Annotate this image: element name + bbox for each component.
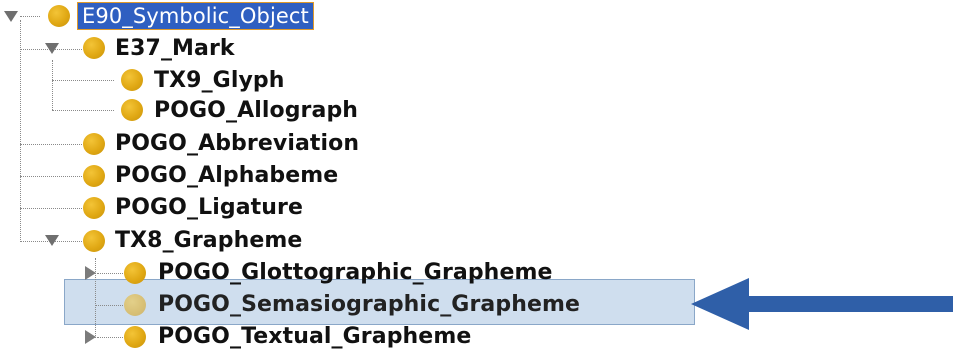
tree-guide-line bbox=[97, 273, 123, 274]
class-node-icon bbox=[83, 165, 105, 187]
tree-guide-line bbox=[95, 305, 123, 306]
class-node-icon bbox=[124, 262, 146, 284]
tree-item-pogo-abbreviation[interactable]: POGO_Abbreviation bbox=[115, 129, 359, 159]
tree-item-root-label[interactable]: E90_Symbolic_Object bbox=[77, 2, 314, 30]
tree-guide-line bbox=[20, 208, 82, 209]
class-hierarchy-tree: E90_Symbolic_Object E37_Mark TX9_Glyph P… bbox=[0, 0, 955, 353]
collapse-triangle-icon[interactable] bbox=[45, 235, 59, 246]
tree-item-pogo-alphabeme[interactable]: POGO_Alphabeme bbox=[115, 161, 338, 191]
tree-guide-line bbox=[97, 337, 123, 338]
tree-item-label: POGO_Ligature bbox=[115, 195, 303, 220]
tree-item-label: TX8_Grapheme bbox=[115, 228, 303, 253]
tree-guide-line bbox=[52, 110, 114, 111]
tree-item-pogo-glottographic-grapheme[interactable]: POGO_Glottographic_Grapheme bbox=[158, 258, 553, 288]
tree-item-tx9-glyph[interactable]: TX9_Glyph bbox=[154, 66, 285, 96]
pointer-arrow-icon bbox=[691, 278, 953, 330]
tree-guide-line bbox=[52, 80, 114, 81]
class-node-icon bbox=[124, 326, 146, 348]
tree-item-pogo-semasiographic-grapheme[interactable]: POGO_Semasiographic_Grapheme bbox=[158, 290, 580, 320]
tree-guide-line bbox=[20, 176, 82, 177]
collapse-triangle-icon[interactable] bbox=[4, 11, 18, 22]
class-node-icon bbox=[83, 133, 105, 155]
tree-item-label: POGO_Semasiographic_Grapheme bbox=[158, 292, 581, 317]
tree-item-label: POGO_Allograph bbox=[154, 98, 359, 123]
class-node-icon bbox=[83, 37, 105, 59]
tree-item-pogo-textual-grapheme[interactable]: POGO_Textual_Grapheme bbox=[158, 322, 471, 352]
tree-item-pogo-ligature[interactable]: POGO_Ligature bbox=[115, 193, 303, 223]
class-node-icon bbox=[83, 197, 105, 219]
tree-item-e37-mark[interactable]: E37_Mark bbox=[115, 34, 235, 64]
tree-item-label: POGO_Textual_Grapheme bbox=[158, 324, 472, 349]
class-node-icon bbox=[121, 99, 143, 121]
tree-guide-line bbox=[52, 60, 53, 110]
tree-guide-line bbox=[20, 16, 40, 17]
tree-item-label: POGO_Alphabeme bbox=[115, 163, 339, 188]
class-node-icon bbox=[83, 230, 105, 252]
expand-triangle-icon[interactable] bbox=[85, 330, 96, 344]
tree-guide-line bbox=[20, 144, 82, 145]
collapse-triangle-icon[interactable] bbox=[45, 43, 59, 54]
tree-item-pogo-allograph[interactable]: POGO_Allograph bbox=[154, 96, 358, 126]
tree-item-tx8-grapheme[interactable]: TX8_Grapheme bbox=[115, 226, 302, 256]
expand-triangle-icon[interactable] bbox=[85, 266, 96, 280]
tree-item-label: TX9_Glyph bbox=[154, 68, 285, 93]
class-node-icon bbox=[124, 294, 146, 316]
tree-item-label: POGO_Glottographic_Grapheme bbox=[158, 260, 553, 285]
tree-item-label: E37_Mark bbox=[115, 36, 235, 61]
class-node-icon bbox=[48, 5, 70, 27]
class-node-icon bbox=[121, 69, 143, 91]
tree-item-label: POGO_Abbreviation bbox=[115, 131, 360, 156]
